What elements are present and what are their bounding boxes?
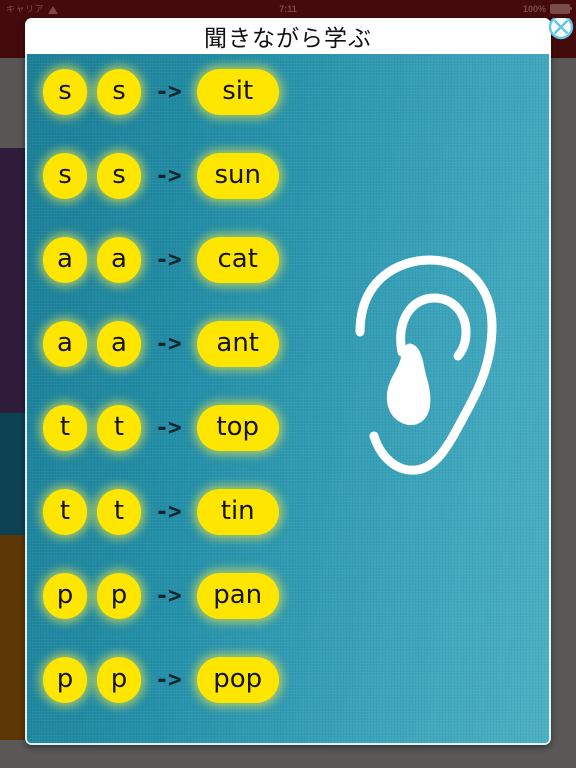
phonics-row[interactable]: p p -> pan: [25, 570, 325, 622]
word-pill[interactable]: pan: [196, 573, 279, 619]
phonics-row[interactable]: a a -> cat: [25, 234, 325, 286]
phonics-row[interactable]: s s -> sun: [25, 150, 325, 202]
band-gray: [0, 58, 26, 148]
word-pill[interactable]: pop: [196, 657, 279, 703]
letter-pill-2[interactable]: p: [97, 573, 141, 619]
letter-pill-2[interactable]: p: [97, 657, 141, 703]
phonics-row[interactable]: p p -> pop: [25, 654, 325, 706]
word-pill[interactable]: sun: [196, 153, 279, 199]
band-brown: [0, 535, 26, 740]
band-purple: [0, 148, 26, 293]
arrow-label: ->: [155, 247, 182, 273]
app-root: キャリア 7:11 100% 聞きながら学ぶ s s -> sit s s -> sun a a -…: [0, 0, 576, 768]
letter-pill-1[interactable]: p: [43, 573, 87, 619]
letter-pill-2[interactable]: a: [97, 321, 141, 367]
letter-pill-2[interactable]: s: [97, 69, 141, 115]
arrow-label: ->: [155, 163, 182, 189]
band-teal: [0, 413, 26, 535]
arrow-label: ->: [155, 499, 182, 525]
word-pill[interactable]: sit: [196, 69, 279, 115]
battery-full-icon: [550, 4, 572, 14]
phonics-row[interactable]: t t -> tin: [25, 486, 325, 538]
word-pill[interactable]: top: [196, 405, 279, 451]
phonics-row[interactable]: a a -> ant: [25, 318, 325, 370]
phonics-row[interactable]: t t -> top: [25, 402, 325, 454]
arrow-label: ->: [155, 583, 182, 609]
letter-pill-1[interactable]: t: [43, 489, 87, 535]
letter-pill-1[interactable]: a: [43, 321, 87, 367]
phonics-row-list: s s -> sit s s -> sun a a -> cat a a -> ant t t -> top t t -> t…: [25, 54, 325, 745]
letter-pill-2[interactable]: s: [97, 153, 141, 199]
word-pill[interactable]: ant: [196, 321, 279, 367]
letter-pill-2[interactable]: t: [97, 405, 141, 451]
phonics-row[interactable]: s s -> sit: [25, 66, 325, 118]
word-pill[interactable]: cat: [196, 237, 279, 283]
word-pill[interactable]: tin: [196, 489, 279, 535]
letter-pill-1[interactable]: t: [43, 405, 87, 451]
letter-pill-1[interactable]: s: [43, 69, 87, 115]
arrow-label: ->: [155, 415, 182, 441]
letter-pill-2[interactable]: a: [97, 237, 141, 283]
modal-card: 聞きながら学ぶ s s -> sit s s -> sun a a -> cat a a -> ant t t ->…: [25, 18, 551, 745]
modal-title-bar: 聞きながら学ぶ: [25, 18, 551, 54]
arrow-label: ->: [155, 331, 182, 357]
arrow-label: ->: [155, 667, 182, 693]
letter-pill-1[interactable]: a: [43, 237, 87, 283]
arrow-label: ->: [155, 79, 182, 105]
status-bar-time: 7:11: [279, 4, 297, 14]
letter-pill-2[interactable]: t: [97, 489, 141, 535]
page-title: 聞きながら学ぶ: [204, 26, 372, 52]
letter-pill-1[interactable]: p: [43, 657, 87, 703]
letter-pill-1[interactable]: s: [43, 153, 87, 199]
modal-body: s s -> sit s s -> sun a a -> cat a a -> ant t t -> top t t -> t…: [25, 54, 551, 745]
battery-percent-label: 100%: [522, 4, 546, 14]
status-bar: キャリア 7:11 100%: [0, 0, 576, 18]
ear-illustration-icon: [350, 254, 510, 484]
band-purple-2: [0, 293, 26, 413]
status-bar-right: 100%: [522, 0, 572, 18]
